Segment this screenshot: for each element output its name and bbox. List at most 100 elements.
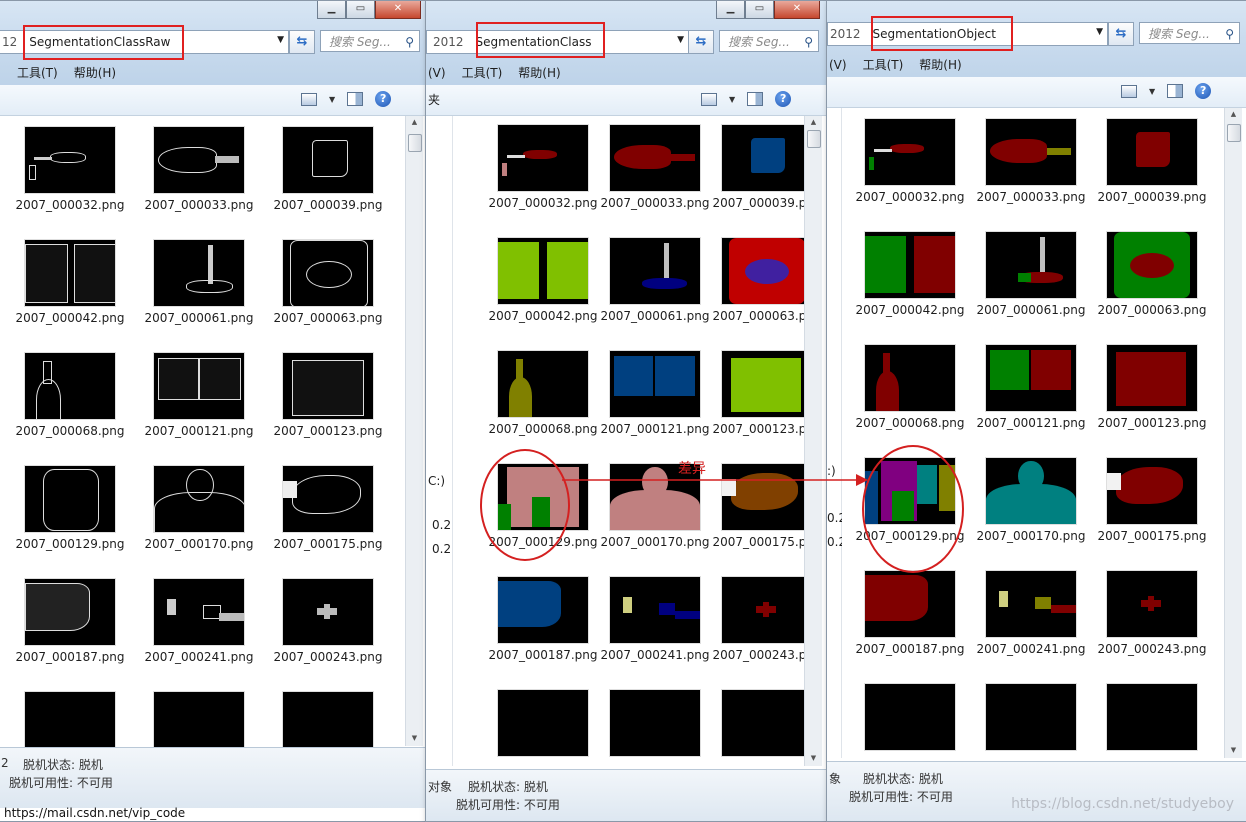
image-thumbnail[interactable]: [609, 576, 701, 644]
scroll-down-arrow[interactable]: ▼: [406, 734, 423, 742]
search-input[interactable]: 搜索 Seg... ⚲: [719, 30, 819, 52]
file-item[interactable]: 2007_000068.png: [850, 344, 970, 432]
file-item[interactable]: 2007_000033.png: [595, 124, 715, 212]
image-thumbnail[interactable]: [24, 578, 116, 646]
scroll-thumb[interactable]: [1227, 124, 1241, 142]
file-item[interactable]: 2007_000068.png: [10, 352, 130, 440]
vertical-scrollbar[interactable]: ▲ ▼: [804, 116, 822, 766]
view-options-icon[interactable]: [1121, 84, 1137, 98]
chevron-down-icon[interactable]: ▼: [677, 35, 684, 45]
close-button[interactable]: ✕: [375, 1, 421, 19]
nav-item-2[interactable]: 0.2: [432, 542, 451, 556]
image-thumbnail[interactable]: [864, 344, 956, 412]
chevron-down-icon[interactable]: ▼: [1096, 27, 1103, 37]
file-item[interactable]: 2007_000032.png: [483, 124, 603, 212]
chevron-down-icon[interactable]: ▼: [729, 95, 735, 104]
file-item[interactable]: 2007_000033.png: [139, 126, 259, 214]
menu-item-tools[interactable]: 工具(T): [462, 63, 503, 83]
image-thumbnail[interactable]: [864, 570, 956, 638]
file-item[interactable]: 2007_000042.png: [850, 231, 970, 319]
file-item-partial[interactable]: [595, 689, 715, 757]
image-thumbnail[interactable]: [1106, 344, 1198, 412]
file-item[interactable]: 2007_000042.png: [483, 237, 603, 325]
file-item[interactable]: 2007_000033.png: [971, 118, 1091, 206]
image-thumbnail[interactable]: [609, 689, 701, 757]
chevron-down-icon[interactable]: ▼: [277, 35, 284, 45]
file-item[interactable]: 2007_000032.png: [10, 126, 130, 214]
help-icon[interactable]: ?: [775, 91, 792, 107]
file-item[interactable]: 2007_000061.png: [595, 237, 715, 325]
file-item-partial[interactable]: [1092, 683, 1212, 751]
scroll-up-arrow[interactable]: ▲: [1225, 110, 1242, 118]
maximize-button[interactable]: ▭: [346, 1, 375, 19]
file-item[interactable]: 2007_000039.png: [1092, 118, 1212, 206]
file-item[interactable]: 2007_000042.png: [10, 239, 130, 327]
image-thumbnail[interactable]: [497, 689, 589, 757]
file-item[interactable]: 2007_000032.png: [850, 118, 970, 206]
scroll-up-arrow[interactable]: ▲: [805, 118, 822, 126]
file-item[interactable]: 2007_000241.png: [595, 576, 715, 664]
image-thumbnail[interactable]: [721, 124, 813, 192]
image-thumbnail[interactable]: [609, 350, 701, 418]
file-item[interactable]: 2007_000039.png: [268, 126, 388, 214]
search-icon[interactable]: ⚲: [405, 31, 414, 53]
image-thumbnail[interactable]: [864, 118, 956, 186]
file-item[interactable]: 2007_000068.png: [483, 350, 603, 438]
address-bar[interactable]: 2012 SegmentationObject ▼: [827, 22, 1108, 46]
file-item[interactable]: 2007_000123.png: [1092, 344, 1212, 432]
image-thumbnail[interactable]: [1106, 570, 1198, 638]
file-item-partial[interactable]: [971, 683, 1091, 751]
image-thumbnail[interactable]: [721, 350, 813, 418]
file-item[interactable]: 2007_000187.png: [10, 578, 130, 666]
image-thumbnail[interactable]: [497, 350, 589, 418]
file-item-partial[interactable]: [483, 689, 603, 757]
taskbar-url[interactable]: https://mail.csdn.net/vip_code: [4, 806, 185, 820]
menu-item-view[interactable]: (V): [829, 55, 847, 75]
nav-item-drive[interactable]: C:): [428, 474, 445, 488]
image-thumbnail[interactable]: [985, 683, 1077, 751]
image-thumbnail[interactable]: [153, 352, 245, 420]
image-thumbnail[interactable]: [864, 683, 956, 751]
breadcrumb-folder[interactable]: SegmentationClass: [468, 33, 600, 51]
menu-item-help[interactable]: 帮助(H): [919, 55, 961, 75]
image-thumbnail[interactable]: [282, 465, 374, 533]
scroll-up-arrow[interactable]: ▲: [406, 118, 423, 126]
image-thumbnail[interactable]: [1106, 118, 1198, 186]
image-thumbnail[interactable]: [497, 576, 589, 644]
file-item[interactable]: 2007_000170.png: [139, 465, 259, 553]
image-thumbnail[interactable]: [153, 465, 245, 533]
image-thumbnail[interactable]: [985, 231, 1077, 299]
search-icon[interactable]: ⚲: [1225, 23, 1234, 45]
scroll-thumb[interactable]: [807, 130, 821, 148]
image-thumbnail[interactable]: [24, 352, 116, 420]
search-input[interactable]: 搜索 Seg... ⚲: [1139, 22, 1240, 44]
image-thumbnail[interactable]: [1106, 457, 1198, 525]
image-thumbnail[interactable]: [985, 570, 1077, 638]
file-item[interactable]: 2007_000063.png: [268, 239, 388, 327]
chevron-down-icon[interactable]: ▼: [1149, 87, 1155, 96]
image-thumbnail[interactable]: [985, 118, 1077, 186]
image-thumbnail[interactable]: [282, 126, 374, 194]
image-thumbnail[interactable]: [609, 237, 701, 305]
image-thumbnail[interactable]: [985, 344, 1077, 412]
minimize-button[interactable]: ▁: [317, 1, 346, 19]
image-thumbnail[interactable]: [153, 239, 245, 307]
file-item[interactable]: 2007_000121.png: [595, 350, 715, 438]
image-thumbnail[interactable]: [721, 237, 813, 305]
refresh-icon[interactable]: ⇆: [289, 30, 315, 54]
chevron-down-icon[interactable]: ▼: [329, 95, 335, 104]
image-thumbnail[interactable]: [1106, 231, 1198, 299]
breadcrumb-folder[interactable]: SegmentationObject: [865, 25, 1004, 43]
file-item[interactable]: 2007_000241.png: [971, 570, 1091, 658]
image-thumbnail[interactable]: [24, 239, 116, 307]
maximize-button[interactable]: ▭: [745, 1, 774, 19]
search-icon[interactable]: ⚲: [804, 31, 813, 53]
refresh-icon[interactable]: ⇆: [1108, 22, 1134, 46]
file-item[interactable]: 2007_000063.png: [1092, 231, 1212, 319]
menu-item-help[interactable]: 帮助(H): [518, 63, 560, 83]
help-icon[interactable]: ?: [1195, 83, 1212, 99]
file-item[interactable]: 2007_000129.png: [10, 465, 130, 553]
image-thumbnail[interactable]: [282, 239, 374, 307]
image-thumbnail[interactable]: [282, 352, 374, 420]
file-item-partial[interactable]: [850, 683, 970, 751]
